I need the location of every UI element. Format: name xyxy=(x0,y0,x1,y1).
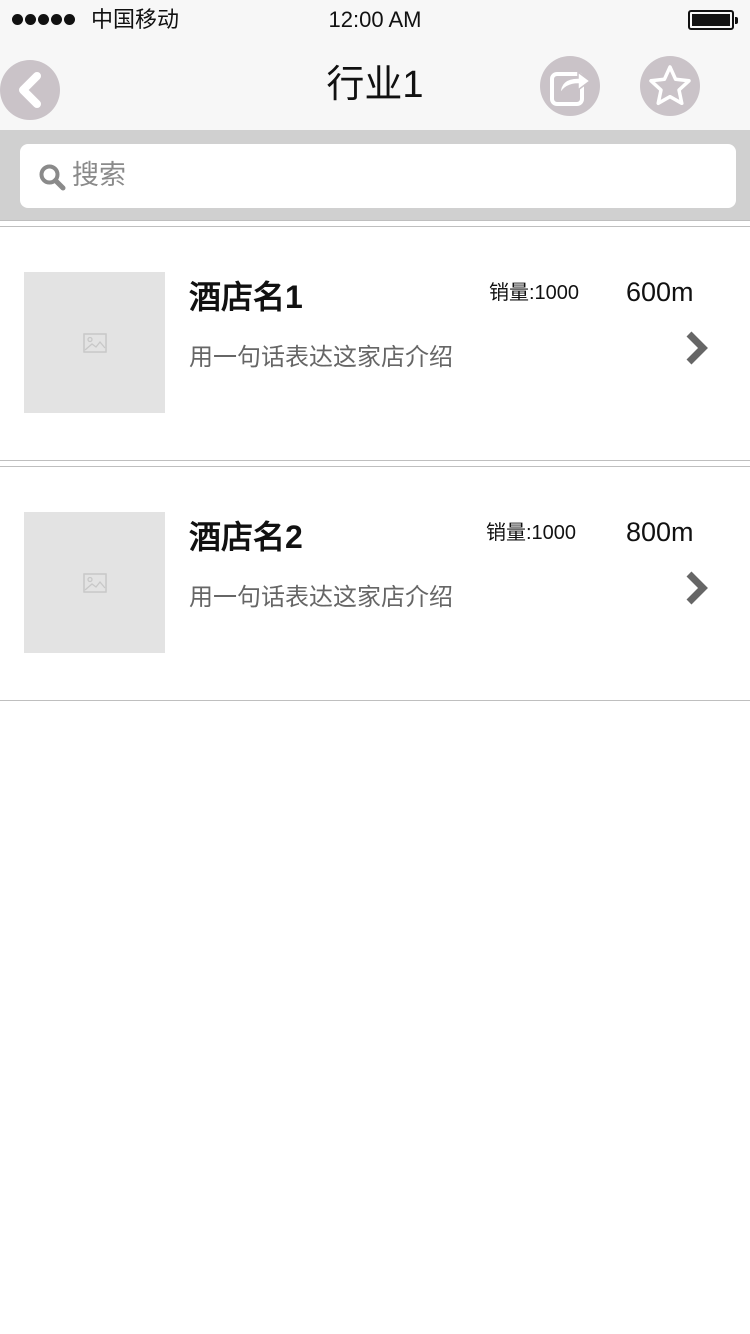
share-button[interactable] xyxy=(540,56,600,116)
share-icon xyxy=(550,70,592,106)
divider xyxy=(0,460,750,461)
star-icon xyxy=(649,65,691,106)
navigation-bar: 行业1 xyxy=(0,40,750,130)
favorite-button[interactable] xyxy=(640,56,700,116)
search-placeholder: 搜索 xyxy=(72,160,126,190)
search-icon xyxy=(39,164,66,191)
page-title: 行业1 xyxy=(326,64,424,106)
hotel-thumbnail xyxy=(24,272,165,413)
image-placeholder-icon xyxy=(82,332,107,353)
search-area: 搜索 xyxy=(0,130,750,220)
chevron-right-icon xyxy=(686,331,708,365)
hotel-description: 用一句话表达这家店介绍 xyxy=(189,344,453,371)
hotel-thumbnail xyxy=(24,512,165,653)
status-time: 12:00 AM xyxy=(328,7,422,32)
list-item[interactable]: 酒店名2 用一句话表达这家店介绍 销量:1000 800m xyxy=(0,467,750,699)
image-placeholder-icon xyxy=(82,572,107,593)
battery-icon xyxy=(688,10,738,30)
divider xyxy=(0,220,750,221)
status-bar: 中国移动 12:00 AM xyxy=(0,0,750,40)
distance: 600m xyxy=(626,277,694,307)
sales-count: 销量:1000 xyxy=(486,522,577,544)
sales-count: 销量:1000 xyxy=(489,282,580,304)
distance: 800m xyxy=(626,517,694,547)
divider xyxy=(0,700,750,701)
chevron-right-icon xyxy=(686,571,708,605)
list-item[interactable]: 酒店名1 用一句话表达这家店介绍 销量:1000 600m xyxy=(0,227,750,459)
hotel-name: 酒店名1 xyxy=(189,279,303,315)
hotel-description: 用一句话表达这家店介绍 xyxy=(189,584,453,611)
hotel-name: 酒店名2 xyxy=(189,519,303,555)
search-input[interactable]: 搜索 xyxy=(20,144,736,208)
